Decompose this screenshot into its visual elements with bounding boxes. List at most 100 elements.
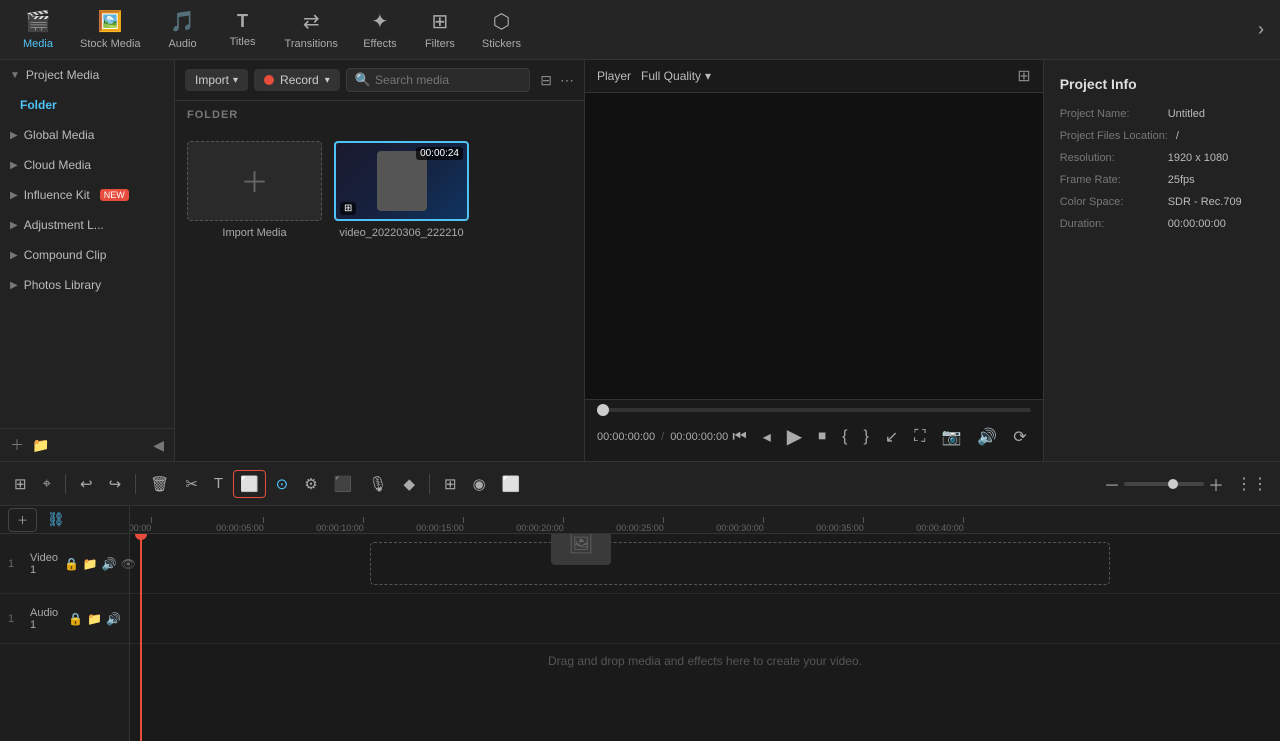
nav-item-media[interactable]: 🎬 Media bbox=[8, 5, 68, 54]
audio-lock-icon[interactable]: 🔒 bbox=[68, 612, 83, 626]
text-button[interactable]: T bbox=[208, 471, 229, 496]
color-button[interactable]: ◉ bbox=[467, 471, 492, 497]
audio-button[interactable]: 🔊 bbox=[973, 423, 1001, 451]
frame-back-button[interactable]: ◂ bbox=[759, 423, 775, 451]
info-value-framerate: 25fps bbox=[1168, 174, 1195, 186]
add-media-icon[interactable]: ＋ bbox=[10, 435, 24, 455]
video-folder-icon[interactable]: 📁 bbox=[83, 557, 98, 571]
redo-button[interactable]: ↪ bbox=[103, 471, 128, 497]
stop-button[interactable]: ⏹ bbox=[814, 424, 830, 450]
timeline-toolbar: ⊞ ⌖ ↩ ↪ 🗑 ✂ T ⬜ ⊙ ⚙ ⬛ 🎙 ◆ ⊞ ◉ ⬜ － ＋ ⋮⋮ bbox=[0, 462, 1280, 506]
import-button[interactable]: Import ▾ bbox=[185, 69, 248, 91]
zoom-track[interactable] bbox=[1124, 482, 1204, 486]
record-button[interactable]: Record ▾ bbox=[254, 69, 340, 91]
audio-folder-icon[interactable]: 📁 bbox=[87, 612, 102, 626]
sidebar-item-cloud-media[interactable]: ▶ Cloud Media bbox=[0, 150, 174, 180]
timeline-ruler[interactable]: 00:00 00:00:05:00 00:00:10:00 00:00:15:0… bbox=[130, 506, 1280, 534]
media-toolbar-icons: ⊟ ⋯ bbox=[540, 72, 574, 89]
nav-item-audio[interactable]: 🎵 Audio bbox=[153, 5, 213, 54]
ruler-mark-8: 00:00:40:00 bbox=[940, 517, 988, 533]
settings-button[interactable]: ⟳ bbox=[1009, 423, 1030, 451]
mark-out-button[interactable]: } bbox=[860, 424, 873, 450]
multicam-button[interactable]: ⊞ bbox=[438, 471, 463, 497]
video-track-number: 1 bbox=[8, 558, 24, 570]
info-row-name: Project Name: Untitled bbox=[1060, 108, 1278, 120]
collapse-sidebar-icon[interactable]: ◀ bbox=[153, 437, 164, 454]
sidebar-item-photos-library[interactable]: ▶ Photos Library bbox=[0, 270, 174, 300]
progress-bar[interactable] bbox=[597, 408, 1031, 412]
progress-track[interactable] bbox=[597, 408, 1031, 412]
video-clip-item[interactable]: 00:00:24 ⊞ video_20220306_222210 bbox=[334, 141, 469, 239]
crop-button[interactable]: ⬜ bbox=[233, 470, 266, 498]
audio-track-button[interactable]: ⬛ bbox=[328, 471, 359, 497]
more-options-icon[interactable]: ⋯ bbox=[560, 72, 574, 89]
import-media-item[interactable]: ＋ Import Media bbox=[187, 141, 322, 239]
nav-item-effects[interactable]: ✦ Effects bbox=[350, 5, 410, 54]
zoom-out-button[interactable]: － bbox=[1104, 472, 1120, 496]
nav-label-effects: Effects bbox=[363, 38, 396, 50]
quality-selector[interactable]: Full Quality ▾ bbox=[641, 69, 711, 83]
sidebar-item-folder[interactable]: Folder bbox=[0, 90, 174, 120]
drop-zone[interactable]: 🖼 + bbox=[370, 542, 1110, 585]
audio-track-number: 1 bbox=[8, 613, 24, 625]
sidebar-item-global-media[interactable]: ▶ Global Media bbox=[0, 120, 174, 150]
ruler-mark-2: 00:00:10:00 bbox=[340, 517, 388, 533]
ruler-mark-4: 00:00:20:00 bbox=[540, 517, 588, 533]
link-tracks-button[interactable]: ⛓ bbox=[43, 507, 69, 532]
zoom-handle[interactable] bbox=[1168, 479, 1178, 489]
mic-button[interactable]: 🎙 bbox=[362, 471, 393, 497]
video-thumb[interactable]: 00:00:24 ⊞ bbox=[334, 141, 469, 221]
sidebar-item-project-media[interactable]: ▼ Project Media bbox=[0, 60, 174, 90]
zoom-in-button[interactable]: ＋ bbox=[1208, 472, 1224, 496]
sidebar-item-influence-kit[interactable]: ▶ Influence Kit NEW bbox=[0, 180, 174, 210]
sidebar-label-folder: Folder bbox=[20, 98, 57, 112]
quality-value: Full Quality bbox=[641, 69, 701, 83]
search-input[interactable] bbox=[375, 73, 521, 87]
delete-button[interactable]: 🗑 bbox=[144, 471, 175, 497]
mark-in-button[interactable]: { bbox=[838, 424, 851, 450]
timeline-section: ⊞ ⌖ ↩ ↪ 🗑 ✂ T ⬜ ⊙ ⚙ ⬛ 🎙 ◆ ⊞ ◉ ⬜ － ＋ ⋮⋮ bbox=[0, 461, 1280, 741]
player-expand-icon[interactable]: ⊞ bbox=[1017, 66, 1030, 86]
video-audio-icon[interactable]: 🔊 bbox=[102, 557, 117, 571]
keyframe-button[interactable]: ◆ bbox=[397, 471, 421, 497]
top-navigation: 🎬 Media 🖼️ Stock Media 🎵 Audio T Titles … bbox=[0, 0, 1280, 60]
ruler-time-5: 00:00:25:00 bbox=[616, 523, 664, 533]
speed-button[interactable]: ⚙ bbox=[298, 471, 323, 497]
nav-item-transitions[interactable]: ⇄ Transitions bbox=[273, 5, 350, 54]
undo-button[interactable]: ↩ bbox=[74, 471, 99, 497]
import-thumb[interactable]: ＋ bbox=[187, 141, 322, 221]
progress-handle[interactable] bbox=[597, 404, 609, 416]
nav-item-stock[interactable]: 🖼️ Stock Media bbox=[68, 5, 153, 54]
video-track-label: 1 Video 1 🔒 📁 🔊 👁 bbox=[0, 534, 129, 594]
sidebar-item-compound-clip[interactable]: ▶ Compound Clip bbox=[0, 240, 174, 270]
info-value-resolution: 1920 x 1080 bbox=[1168, 152, 1229, 164]
sidebar-label-photos: Photos Library bbox=[24, 278, 101, 292]
subtitle-button[interactable]: ⬜ bbox=[496, 471, 527, 497]
add-to-timeline-button[interactable]: ↙ bbox=[881, 423, 902, 451]
nav-item-filters[interactable]: ⊞ Filters bbox=[410, 5, 470, 54]
audio-mute-icon[interactable]: 🔊 bbox=[106, 612, 121, 626]
timeline-layout-button[interactable]: ⊞ bbox=[8, 471, 33, 497]
timeline-more-button[interactable]: ⋮⋮ bbox=[1232, 470, 1272, 498]
audio-track-label: 1 Audio 1 🔒 📁 🔊 bbox=[0, 594, 129, 644]
nav-item-stickers[interactable]: ⬡ Stickers bbox=[470, 5, 533, 54]
zoom-controls: － ＋ bbox=[1104, 472, 1224, 496]
skip-back-button[interactable]: ⏮ bbox=[728, 424, 750, 450]
green-screen-button[interactable]: ⊙ bbox=[270, 471, 295, 497]
add-track-button[interactable]: ＋ bbox=[8, 508, 37, 532]
play-button[interactable]: ▶ bbox=[783, 420, 806, 453]
main-area: ▼ Project Media Folder ▶ Global Media ▶ … bbox=[0, 60, 1280, 461]
fullscreen-button[interactable]: ⛶ bbox=[910, 424, 929, 450]
folder-icon[interactable]: 📁 bbox=[32, 437, 49, 454]
filter-icon[interactable]: ⊟ bbox=[540, 72, 552, 89]
nav-item-titles[interactable]: T Titles bbox=[213, 7, 273, 52]
playhead[interactable] bbox=[140, 534, 142, 741]
video-visibility-icon[interactable]: 🔒 bbox=[64, 557, 79, 571]
timeline-magnet-button[interactable]: ⌖ bbox=[37, 471, 57, 496]
arrow-icon-adjustment: ▶ bbox=[10, 220, 18, 231]
snapshot-button[interactable]: 📷 bbox=[937, 423, 965, 451]
info-row-framerate: Frame Rate: 25fps bbox=[1060, 174, 1278, 186]
sidebar-item-adjustment[interactable]: ▶ Adjustment L... bbox=[0, 210, 174, 240]
nav-more-button[interactable]: › bbox=[1250, 15, 1272, 44]
cut-button[interactable]: ✂ bbox=[179, 471, 204, 497]
